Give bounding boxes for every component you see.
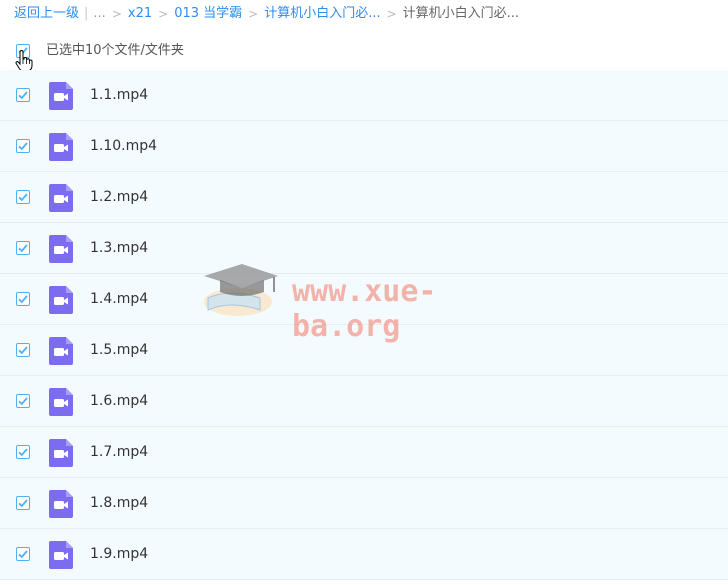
video-file-icon: [49, 490, 73, 518]
watermark: www.xue-ba.org: [200, 258, 530, 344]
breadcrumb-item-folder[interactable]: 013 当学霸: [174, 5, 242, 23]
breadcrumb-separator-icon: >: [158, 7, 169, 21]
file-row[interactable]: 1.10.mp4: [0, 121, 728, 172]
file-row[interactable]: 1.9.mp4: [0, 529, 728, 580]
video-file-icon: [49, 337, 73, 365]
file-name[interactable]: 1.3.mp4: [90, 239, 148, 257]
breadcrumb-separator-icon: >: [386, 7, 397, 21]
breadcrumb-current: 计算机小白入门必...: [402, 6, 520, 21]
file-row[interactable]: 1.1.mp4: [0, 70, 728, 121]
breadcrumb: 返回上一级 | ... > x21 > 013 当学霸 > 计算机小白入门必..…: [14, 5, 519, 23]
file-checkbox[interactable]: [16, 139, 30, 153]
breadcrumb-ellipsis[interactable]: ...: [93, 5, 105, 23]
file-name[interactable]: 1.9.mp4: [90, 545, 148, 563]
file-row[interactable]: 1.8.mp4: [0, 478, 728, 529]
breadcrumb-separator-icon: >: [248, 7, 259, 21]
file-name[interactable]: 1.1.mp4: [90, 86, 148, 104]
video-file-icon: [49, 133, 73, 161]
file-name[interactable]: 1.6.mp4: [90, 392, 148, 410]
file-checkbox[interactable]: [16, 88, 30, 102]
video-file-icon: [49, 541, 73, 569]
file-row[interactable]: 1.2.mp4: [0, 172, 728, 223]
video-file-icon: [49, 235, 73, 263]
file-row[interactable]: 1.7.mp4: [0, 427, 728, 478]
video-file-icon: [49, 82, 73, 110]
breadcrumb-item-x21[interactable]: x21: [128, 5, 152, 23]
file-checkbox[interactable]: [16, 394, 30, 408]
file-name[interactable]: 1.10.mp4: [90, 137, 157, 155]
video-file-icon: [49, 184, 73, 212]
file-checkbox[interactable]: [16, 343, 30, 357]
watermark-text: www.xue-ba.org: [292, 274, 437, 344]
file-checkbox[interactable]: [16, 241, 30, 255]
file-name[interactable]: 1.2.mp4: [90, 188, 148, 206]
back-link[interactable]: 返回上一级: [14, 5, 79, 23]
file-name[interactable]: 1.4.mp4: [90, 290, 148, 308]
file-checkbox[interactable]: [16, 496, 30, 510]
graduation-cap-logo-icon: [204, 264, 278, 316]
selection-count-text: 已选中10个文件/文件夹: [46, 43, 184, 58]
file-checkbox[interactable]: [16, 292, 30, 306]
selection-bar: 已选中10个文件/文件夹: [0, 36, 728, 72]
file-row[interactable]: 1.6.mp4: [0, 376, 728, 427]
file-name[interactable]: 1.7.mp4: [90, 443, 148, 461]
hand-cursor-icon: [15, 50, 33, 72]
file-checkbox[interactable]: [16, 547, 30, 561]
file-name[interactable]: 1.5.mp4: [90, 341, 148, 359]
file-name[interactable]: 1.8.mp4: [90, 494, 148, 512]
breadcrumb-item-subfolder[interactable]: 计算机小白入门必...: [264, 5, 380, 23]
breadcrumb-divider: |: [84, 6, 89, 21]
video-file-icon: [49, 388, 73, 416]
video-file-icon: [49, 439, 73, 467]
video-file-icon: [49, 286, 73, 314]
file-checkbox[interactable]: [16, 445, 30, 459]
breadcrumb-separator-icon: >: [111, 7, 122, 21]
file-checkbox[interactable]: [16, 190, 30, 204]
